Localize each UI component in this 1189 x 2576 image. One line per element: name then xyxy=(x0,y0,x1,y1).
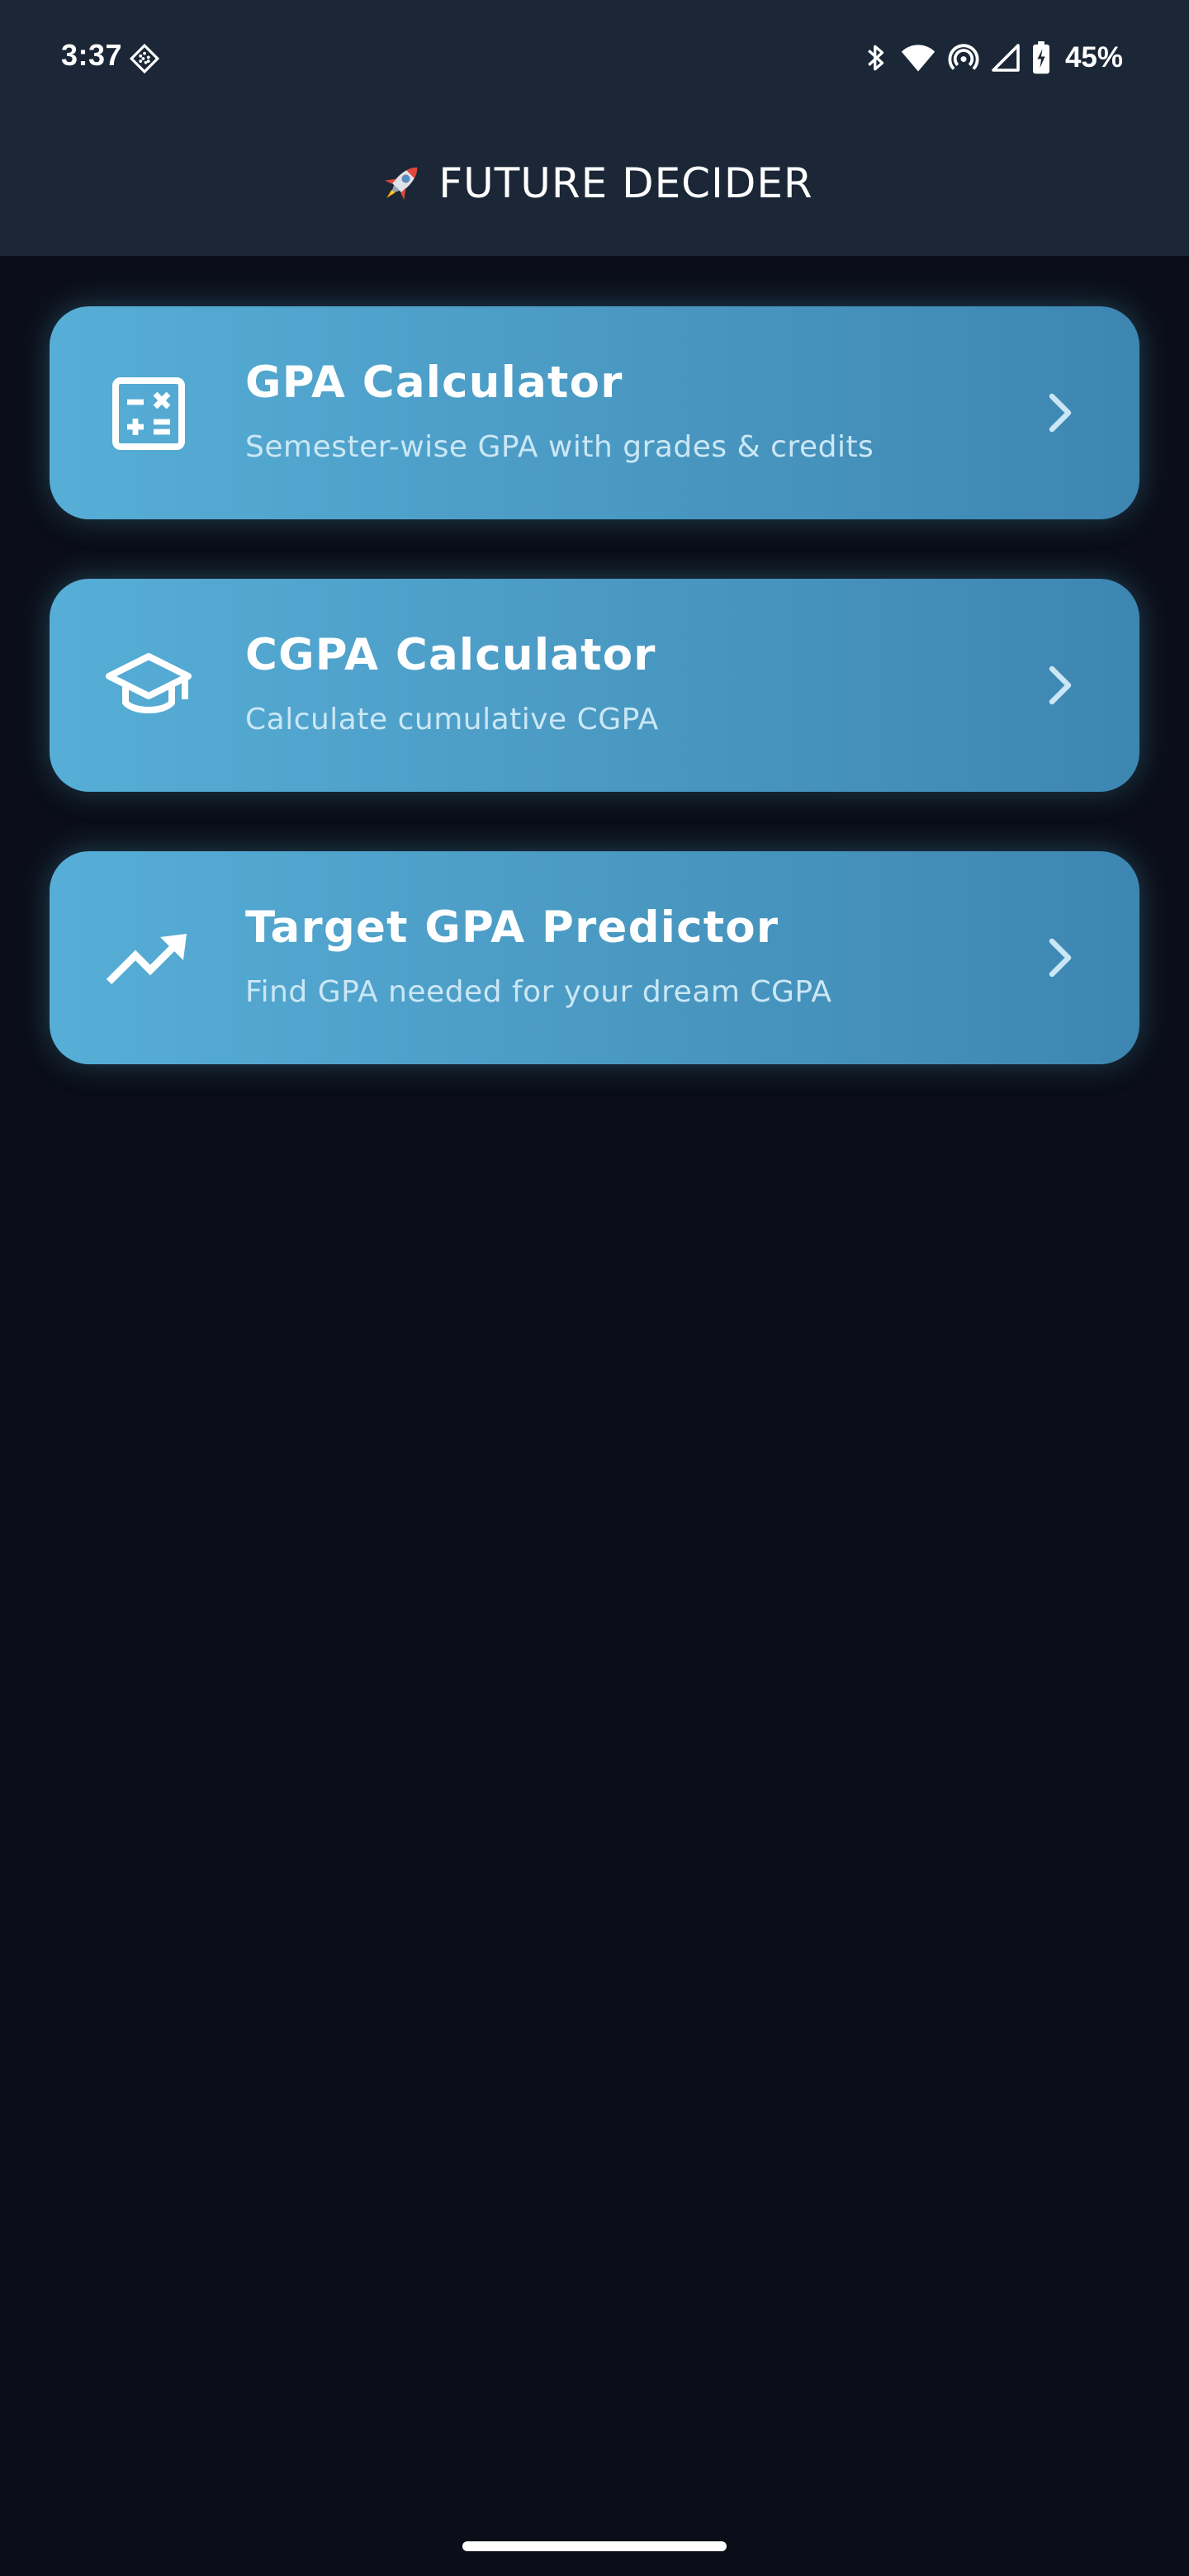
gpa-calculator-card[interactable]: GPA Calculator Semester-wise GPA with gr… xyxy=(50,306,1139,519)
app-title: FUTURE DECIDER xyxy=(438,159,813,207)
card-subtitle: Calculate cumulative CGPA xyxy=(245,703,659,736)
cgpa-calculator-card[interactable]: CGPA Calculator Calculate cumulative CGP… xyxy=(50,579,1139,792)
app-title-group: FUTURE DECIDER xyxy=(376,158,812,209)
app-bar: FUTURE DECIDER xyxy=(0,117,1189,256)
app-screen: 3:37 45% FUTURE DECIDER GPA Calculator S… xyxy=(0,0,1189,2576)
chevron-right-icon xyxy=(1049,393,1072,433)
card-subtitle: Semester-wise GPA with grades & credits xyxy=(245,430,874,464)
card-subtitle: Find GPA needed for your dream CGPA xyxy=(245,975,832,1009)
notification-diamond-icon xyxy=(129,43,160,74)
hotspot-icon xyxy=(948,42,979,73)
status-time: 3:37 xyxy=(61,38,123,72)
target-gpa-predictor-card[interactable]: Target GPA Predictor Find GPA needed for… xyxy=(50,851,1139,1064)
bluetooth-icon xyxy=(864,41,888,74)
card-title: Target GPA Predictor xyxy=(245,902,779,953)
chevron-right-icon xyxy=(1049,938,1072,978)
top-bar: 3:37 45% FUTURE DECIDER xyxy=(0,0,1189,256)
graduation-cap-icon xyxy=(104,642,193,731)
calculator-icon xyxy=(104,369,193,458)
home-indicator[interactable] xyxy=(462,2541,727,2551)
rocket-icon xyxy=(385,167,418,200)
card-title: GPA Calculator xyxy=(245,358,623,408)
battery-percentage: 45% xyxy=(1064,41,1123,73)
card-title: CGPA Calculator xyxy=(245,630,656,680)
battery-charging-icon xyxy=(1032,41,1050,74)
wifi-icon xyxy=(900,42,936,73)
status-bar: 3:37 45% xyxy=(0,0,1189,117)
trending-up-icon xyxy=(104,914,193,1003)
chevron-right-icon xyxy=(1049,665,1072,705)
status-icons: 45% xyxy=(864,38,1123,78)
cellular-signal-icon xyxy=(991,43,1021,73)
